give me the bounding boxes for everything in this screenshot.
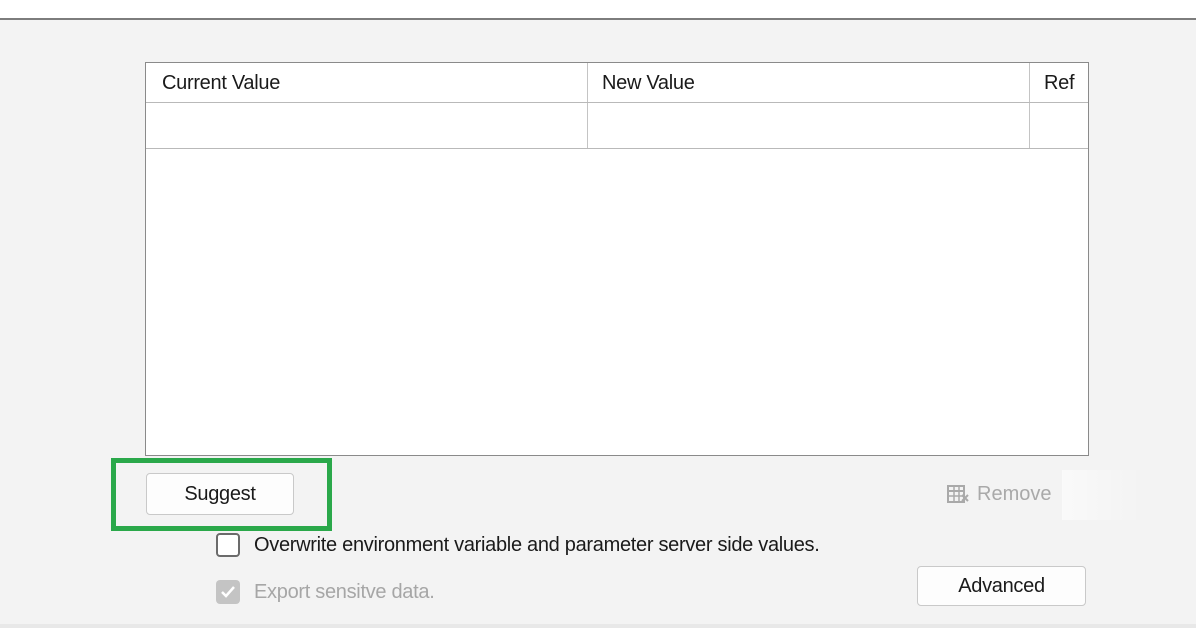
export-sensitive-checkbox xyxy=(216,580,240,604)
remove-label: Remove xyxy=(977,483,1052,505)
export-sensitive-option: Export sensitve data. xyxy=(216,579,435,605)
checkmark-icon xyxy=(221,586,235,598)
new-value-cell[interactable] xyxy=(588,103,1030,148)
suggest-button[interactable]: Suggest xyxy=(146,473,294,515)
overwrite-option[interactable]: Overwrite environment variable and param… xyxy=(216,532,820,558)
values-table[interactable]: Current Value New Value Ref xyxy=(145,62,1089,456)
overwrite-label: Overwrite environment variable and param… xyxy=(254,533,820,556)
table-header: Current Value New Value Ref xyxy=(146,63,1088,103)
ref-cell[interactable] xyxy=(1030,103,1088,148)
advanced-button[interactable]: Advanced xyxy=(917,566,1086,606)
remove-fade xyxy=(1062,470,1142,520)
overwrite-checkbox[interactable] xyxy=(216,533,240,557)
current-value-cell[interactable] xyxy=(146,103,588,148)
column-header-new-value[interactable]: New Value xyxy=(588,63,1030,102)
column-header-current-value[interactable]: Current Value xyxy=(146,63,588,102)
export-sensitive-label: Export sensitve data. xyxy=(254,580,435,603)
header-band xyxy=(0,0,1196,20)
remove-button[interactable]: Remove xyxy=(947,480,1051,508)
column-header-ref[interactable]: Ref xyxy=(1030,63,1088,102)
table-row[interactable] xyxy=(146,103,1088,149)
bottom-edge xyxy=(0,624,1196,628)
table-delete-icon xyxy=(947,484,969,504)
